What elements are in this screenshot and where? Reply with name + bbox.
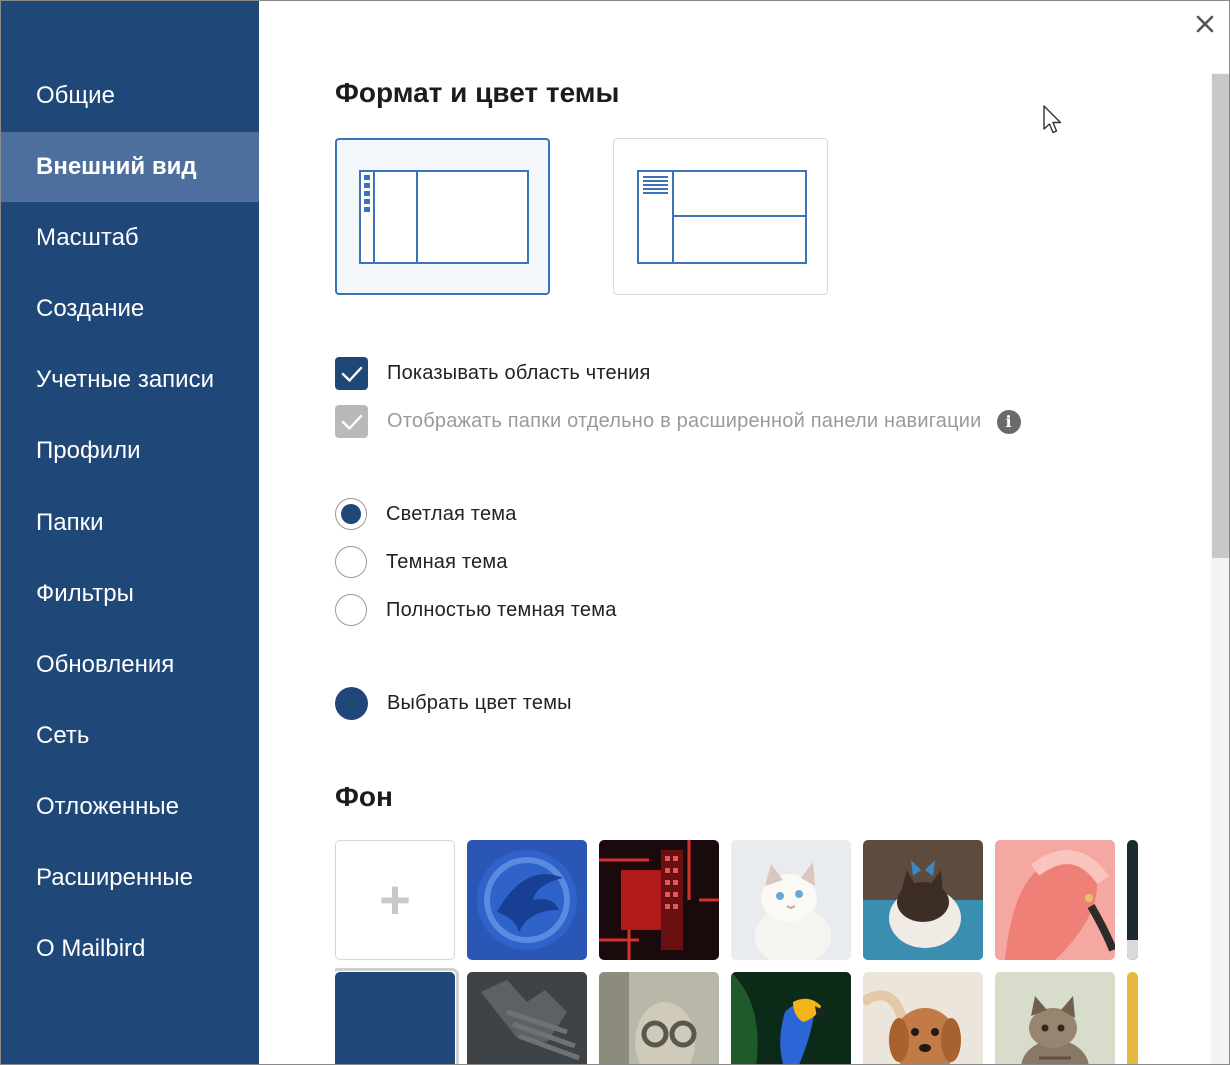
background-thumb-partial[interactable] — [1127, 840, 1138, 960]
show-reading-pane-checkbox[interactable]: Показывать область чтения — [335, 357, 651, 390]
sidebar-item-label: Профили — [36, 437, 141, 464]
info-icon[interactable]: i — [996, 409, 1021, 434]
background-thumb-parrot[interactable] — [731, 972, 851, 1064]
radio-full-dark-theme[interactable]: Полностью темная тема — [335, 594, 617, 626]
background-thumb-cat-butterfly[interactable] — [863, 840, 983, 960]
sidebar-item-label: Внешний вид — [36, 153, 197, 180]
checkbox-label: Отображать папки отдельно в расширенной … — [387, 410, 982, 432]
radio-label: Полностью темная тема — [386, 598, 617, 621]
sidebar-item-profiles[interactable]: Профили — [1, 416, 259, 486]
sidebar-item-advanced[interactable]: Расширенные — [1, 843, 259, 913]
background-thumb-wolf[interactable] — [467, 972, 587, 1064]
poodle-puppy-image — [863, 972, 983, 1064]
sidebar-item-folders[interactable]: Папки — [1, 488, 259, 558]
radio-light-theme[interactable]: Светлая тема — [335, 498, 517, 530]
background-thumb-white-kitten[interactable] — [731, 840, 851, 960]
radio-dark-theme[interactable]: Темная тема — [335, 546, 508, 578]
checkbox-checked[interactable] — [335, 357, 368, 390]
background-thumb-tabby-cat[interactable] — [995, 972, 1115, 1064]
dark-scene-image — [1127, 840, 1138, 960]
horizontal-layout-icon — [637, 170, 807, 264]
sidebar-item-compose[interactable]: Создание — [1, 274, 259, 344]
layout-horizontal-split[interactable] — [613, 138, 828, 295]
checkbox-label: Показывать область чтения — [387, 362, 651, 384]
radio-label: Светлая тема — [386, 502, 517, 525]
background-gallery: + — [335, 840, 1138, 1064]
mouse-cursor-icon — [1043, 105, 1062, 134]
close-icon — [1196, 15, 1214, 33]
radio-dot — [341, 504, 361, 524]
scrollbar-thumb[interactable] — [1212, 74, 1229, 558]
yellow-scene-image — [1127, 972, 1138, 1064]
sidebar-item-label: Отложенные — [36, 793, 179, 820]
white-kitten-image — [731, 840, 851, 960]
settings-window: Общие Внешний вид Масштаб Создание Учетн… — [0, 0, 1230, 1065]
sidebar-item-label: Папки — [36, 509, 104, 536]
vertical-layout-icon — [359, 170, 529, 264]
sidebar-item-appearance[interactable]: Внешний вид — [1, 132, 259, 202]
background-thumb-puppy[interactable] — [863, 972, 983, 1064]
theme-color-swatch[interactable] — [335, 687, 368, 720]
background-thumb-blue-bird[interactable] — [467, 840, 587, 960]
sidebar-item-about[interactable]: О Mailbird — [1, 914, 259, 984]
cat-with-butterfly-image — [863, 840, 983, 960]
sidebar-item-label: Обновления — [36, 651, 175, 678]
plus-icon: + — [379, 870, 411, 930]
settings-sidebar: Общие Внешний вид Масштаб Создание Учетн… — [1, 1, 259, 1064]
radio-button-selected[interactable] — [335, 498, 367, 530]
background-thumb-circuit[interactable] — [599, 840, 719, 960]
background-section-title: Фон — [335, 781, 393, 812]
background-thumb-steampunk[interactable] — [599, 972, 719, 1064]
checkmark-icon — [341, 366, 362, 382]
sidebar-item-general[interactable]: Общие — [1, 61, 259, 131]
background-thumb-partial-yellow[interactable] — [1127, 972, 1138, 1064]
sidebar-item-updates[interactable]: Обновления — [1, 630, 259, 700]
radio-button[interactable] — [335, 546, 367, 578]
sidebar-item-label: Общие — [36, 82, 115, 109]
red-circuit-board-image — [599, 840, 719, 960]
checkmark-icon — [341, 414, 362, 430]
separate-folders-checkbox: Отображать папки отдельно в расширенной … — [335, 405, 1021, 438]
radio-label: Темная тема — [386, 550, 508, 573]
wolf-emblem-image — [467, 972, 587, 1064]
background-thumb-solid-blue[interactable] — [335, 972, 455, 1064]
sidebar-item-accounts[interactable]: Учетные записи — [1, 345, 259, 415]
sidebar-item-label: Фильтры — [36, 580, 134, 607]
add-background-button[interactable]: + — [335, 840, 455, 960]
sidebar-item-label: О Mailbird — [36, 935, 146, 962]
choose-theme-color[interactable]: Выбрать цвет темы — [335, 687, 572, 720]
sidebar-item-snoozed[interactable]: Отложенные — [1, 772, 259, 842]
layout-vertical-split[interactable] — [335, 138, 550, 295]
background-thumb-flamingo[interactable] — [995, 840, 1115, 960]
sidebar-item-filters[interactable]: Фильтры — [1, 559, 259, 629]
tabby-cat-image — [995, 972, 1115, 1064]
sidebar-item-label: Масштаб — [36, 224, 139, 251]
radio-button[interactable] — [335, 594, 367, 626]
page-title: Формат и цвет темы — [335, 77, 620, 108]
sidebar-item-label: Сеть — [36, 722, 90, 749]
sidebar-item-scale[interactable]: Масштаб — [1, 203, 259, 273]
sidebar-item-label: Создание — [36, 295, 145, 322]
sidebar-item-label: Расширенные — [36, 864, 194, 891]
blue-bird-emblem-image — [467, 840, 587, 960]
close-button[interactable] — [1192, 11, 1218, 37]
sidebar-item-label: Учетные записи — [36, 366, 214, 393]
steampunk-sculpture-image — [599, 972, 719, 1064]
checkbox-disabled — [335, 405, 368, 438]
parrot-image — [731, 972, 851, 1064]
theme-color-label: Выбрать цвет темы — [387, 692, 572, 714]
sidebar-item-network[interactable]: Сеть — [1, 701, 259, 771]
pink-flamingo-image — [995, 840, 1115, 960]
